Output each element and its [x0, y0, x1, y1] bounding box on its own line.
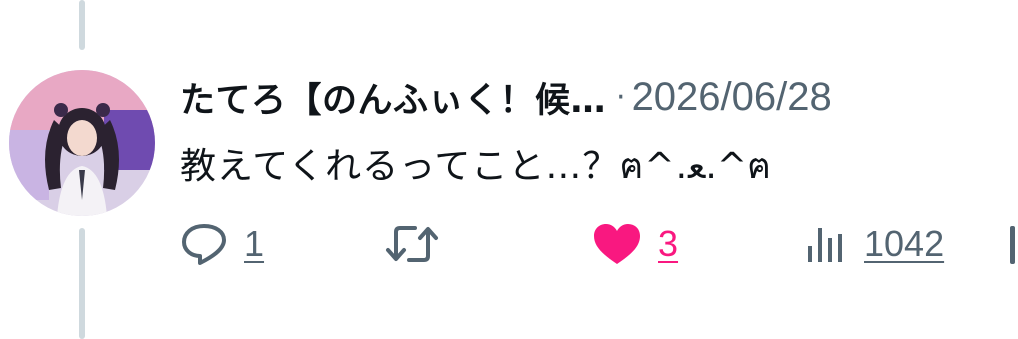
action-bar: 1 3 1042	[0, 218, 1018, 270]
view-count[interactable]: 1042	[864, 223, 944, 265]
views-icon	[808, 228, 842, 262]
timestamp[interactable]: 2026/06/28	[632, 75, 832, 120]
like-button[interactable]: 3	[592, 218, 678, 270]
reply-count[interactable]: 1	[244, 223, 264, 265]
reply-button[interactable]: 1	[180, 218, 264, 270]
retweet-icon	[386, 226, 438, 262]
views-button[interactable]: 1042	[804, 218, 944, 270]
reply-icon	[182, 224, 226, 265]
retweet-button[interactable]	[385, 218, 455, 270]
like-count[interactable]: 3	[658, 223, 678, 265]
avatar[interactable]	[9, 70, 155, 216]
tweet-header: たてろ【のんふぃく！候… · 2026/06/28	[180, 72, 832, 122]
header-separator: ·	[616, 79, 626, 115]
avatar-image	[9, 70, 155, 216]
heart-filled-icon	[594, 224, 640, 264]
share-icon[interactable]	[1010, 226, 1015, 264]
display-name[interactable]: たてろ【のんふぃく！候…	[180, 72, 606, 123]
thread-line-top	[79, 0, 85, 50]
tweet-text: 教えてくれるってこと…？ฅ^.ﻌ.^ฅ	[180, 146, 773, 187]
